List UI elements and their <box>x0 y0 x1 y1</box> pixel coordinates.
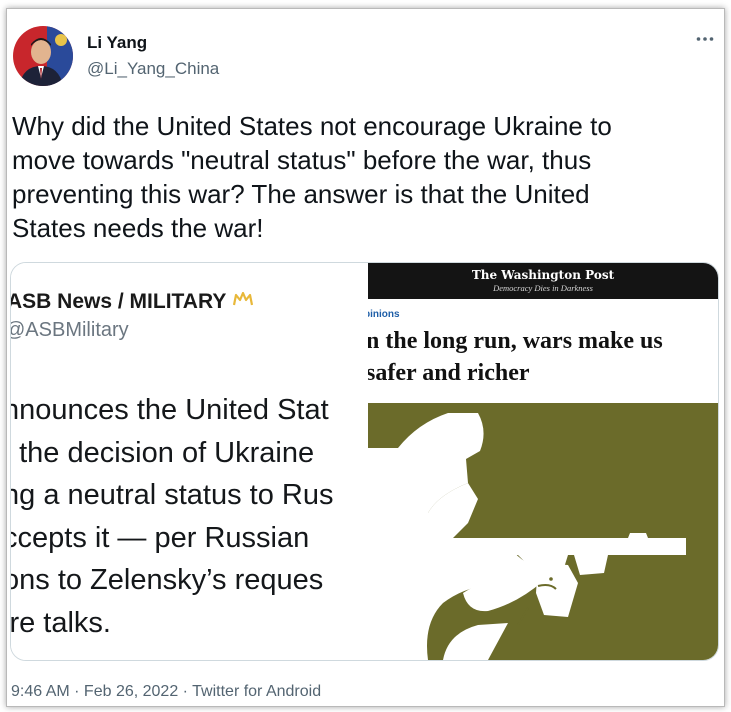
more-horizontal-icon <box>696 37 714 41</box>
tweet-text: Why did the United States not encourage … <box>12 109 702 245</box>
masthead-tagline: Democracy Dies in Darkness <box>493 283 593 293</box>
tweet-media[interactable]: ASB News / MILITARY @ASBMilitary nnounce… <box>10 262 719 661</box>
more-options-button[interactable] <box>696 27 714 45</box>
author-handle[interactable]: @Li_Yang_China <box>87 59 219 79</box>
author-name[interactable]: Li Yang <box>87 33 147 53</box>
embedded-screenshot-wapo[interactable]: The Washington Post Democracy Dies in Da… <box>368 263 718 660</box>
tweet-timestamp[interactable]: 9:46 AM · Feb 26, 2022 · Twitter for And… <box>11 683 321 701</box>
tweet-text-line: move towards "neutral status" before the… <box>12 145 592 175</box>
embedded-screenshot-asb[interactable]: ASB News / MILITARY @ASBMilitary nnounce… <box>11 263 368 660</box>
embedded-account-name-text: ASB News / MILITARY <box>11 290 227 313</box>
soldier-gun-dove-illustration <box>368 403 718 660</box>
embedded-body-line: t the decision of Ukraine <box>11 436 315 469</box>
embedded-body-line: ire talks. <box>11 606 111 639</box>
embedded-account-handle: @ASBMilitary <box>11 319 129 341</box>
tweet-text-line: States needs the war! <box>12 213 264 243</box>
newspaper-masthead: The Washington Post Democracy Dies in Da… <box>368 263 718 299</box>
avatar-image <box>13 26 73 86</box>
tweet-text-line: preventing this war? The answer is that … <box>12 179 590 209</box>
embedded-body-line: ccepts it — per Russian <box>11 521 310 554</box>
embedded-body-line: ons to Zelensky’s reques <box>11 564 324 596</box>
article-section: pinions <box>368 309 400 320</box>
avatar[interactable] <box>13 26 73 86</box>
masthead-title: The Washington Post <box>471 268 615 282</box>
headline-line: n the long run, wars make us <box>368 328 663 354</box>
embedded-body-line: ng a neutral status to Rus <box>11 479 334 511</box>
embedded-tweet-body: nnounces the United Stat t the decision … <box>11 389 368 644</box>
headline-line: safer and richer <box>368 360 530 386</box>
tweet-card: Li Yang @Li_Yang_China Why did the Unite… <box>6 8 725 707</box>
crown-icon <box>228 291 254 312</box>
tweet-text-line: Why did the United States not encourage … <box>12 111 612 141</box>
embedded-account-name: ASB News / MILITARY <box>11 290 254 314</box>
article-headline: n the long run, wars make us safer and r… <box>368 325 718 389</box>
crown-icon-shape <box>233 291 254 306</box>
embedded-body-line: nnounces the United Stat <box>11 394 329 426</box>
